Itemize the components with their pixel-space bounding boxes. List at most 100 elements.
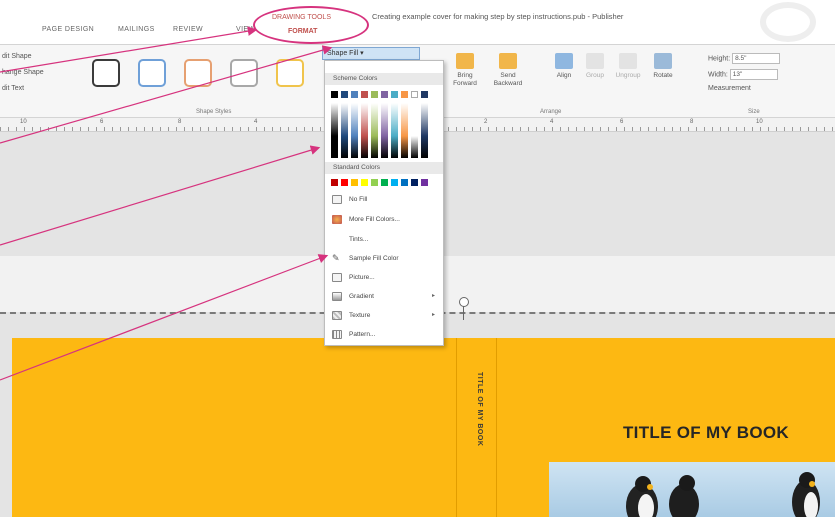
color-swatch[interactable] bbox=[411, 179, 418, 186]
tab-review[interactable]: REVIEW bbox=[173, 26, 203, 33]
sample-fill-color-item[interactable]: ✎ Sample Fill Color bbox=[325, 250, 443, 267]
shape-fill-dropdown: Scheme Colors Standard Colors No Fill Mo… bbox=[324, 60, 444, 346]
change-shape-command[interactable]: hange Shape bbox=[2, 69, 44, 76]
shape-style-black[interactable] bbox=[92, 59, 120, 87]
standard-colors-header: Standard Colors bbox=[325, 162, 443, 174]
color-swatch[interactable] bbox=[411, 91, 418, 98]
tab-page-design[interactable]: PAGE DESIGN bbox=[42, 26, 94, 33]
color-swatch[interactable] bbox=[421, 91, 428, 98]
align-button[interactable]: Align bbox=[552, 53, 576, 80]
ungroup-label: Ungroup bbox=[615, 72, 641, 79]
chevron-down-icon: ▾ bbox=[360, 50, 364, 57]
penguin-image bbox=[626, 472, 820, 517]
pattern-icon bbox=[332, 330, 342, 339]
color-swatch[interactable] bbox=[341, 179, 348, 186]
rotation-handle[interactable] bbox=[459, 297, 469, 307]
color-tint-column[interactable] bbox=[351, 103, 358, 158]
cover-title[interactable]: TITLE OF MY BOOK bbox=[623, 423, 789, 443]
menu-item-label: Gradient bbox=[349, 293, 374, 300]
height-input[interactable]: 8.5" bbox=[732, 53, 781, 64]
bring-forward-label: Bring Forward bbox=[453, 72, 477, 87]
rotate-icon bbox=[654, 53, 672, 69]
height-label: Height: bbox=[708, 55, 731, 63]
shape-style-blue[interactable] bbox=[138, 59, 166, 87]
color-tint-column[interactable] bbox=[381, 103, 388, 158]
texture-item[interactable]: Texture ▸ bbox=[325, 307, 443, 324]
penguin-photo[interactable] bbox=[549, 462, 835, 517]
gradient-item[interactable]: Gradient ▸ bbox=[325, 288, 443, 305]
color-swatch[interactable] bbox=[381, 179, 388, 186]
width-row: Width: 13" bbox=[708, 69, 778, 80]
rotate-button[interactable]: Rotate bbox=[648, 53, 678, 80]
color-tint-column[interactable] bbox=[361, 103, 368, 158]
gear-icon bbox=[760, 2, 816, 42]
ruler-number: 10 bbox=[756, 119, 763, 125]
color-swatch[interactable] bbox=[351, 91, 358, 98]
color-swatch[interactable] bbox=[361, 91, 368, 98]
edit-text-command[interactable]: dit Text bbox=[2, 85, 24, 92]
menu-item-label: Tints... bbox=[349, 236, 369, 243]
send-backward-button[interactable]: Send Backward bbox=[490, 53, 526, 88]
picture-icon bbox=[332, 273, 342, 282]
menu-item-label: More Fill Colors... bbox=[349, 216, 400, 223]
align-label: Align bbox=[556, 72, 572, 79]
color-tint-column[interactable] bbox=[421, 103, 428, 158]
palette-icon bbox=[332, 215, 342, 224]
no-fill-item[interactable]: No Fill bbox=[325, 191, 443, 208]
color-tint-column[interactable] bbox=[411, 103, 418, 158]
shape-style-gold[interactable] bbox=[276, 59, 304, 87]
send-backward-label: Send Backward bbox=[493, 72, 523, 87]
color-swatch[interactable] bbox=[381, 91, 388, 98]
color-swatch[interactable] bbox=[341, 91, 348, 98]
tints-item[interactable]: Tints... bbox=[325, 231, 443, 248]
color-swatch[interactable] bbox=[371, 179, 378, 186]
picture-item[interactable]: Picture... bbox=[325, 269, 443, 286]
color-swatch[interactable] bbox=[361, 179, 368, 186]
size-group-label: Size bbox=[748, 109, 760, 115]
color-swatch[interactable] bbox=[391, 91, 398, 98]
color-swatch[interactable] bbox=[331, 91, 338, 98]
shape-style-orange[interactable] bbox=[184, 59, 212, 87]
menu-item-label: Pattern... bbox=[349, 331, 376, 338]
color-swatch[interactable] bbox=[391, 179, 398, 186]
color-tint-column[interactable] bbox=[371, 103, 378, 158]
arrange-group-label: Arrange bbox=[540, 109, 562, 115]
color-tint-column[interactable] bbox=[401, 103, 408, 158]
color-swatch[interactable] bbox=[351, 179, 358, 186]
shape-fill-button[interactable]: Shape Fill ▾ bbox=[322, 47, 420, 60]
scheme-colors-header: Scheme Colors bbox=[325, 73, 443, 85]
shape-style-gray[interactable] bbox=[230, 59, 258, 87]
measurement-button[interactable]: Measurement bbox=[708, 85, 751, 92]
edit-shape-command[interactable]: dit Shape bbox=[2, 53, 32, 60]
color-tint-column[interactable] bbox=[331, 103, 338, 158]
measurement-label: Measurement bbox=[708, 85, 751, 92]
submenu-arrow-icon: ▸ bbox=[431, 293, 435, 299]
rotate-label: Rotate bbox=[653, 72, 673, 79]
color-swatch[interactable] bbox=[401, 91, 408, 98]
spine-right-edge bbox=[496, 338, 497, 517]
bring-forward-icon bbox=[456, 53, 474, 69]
ruler-number: 4 bbox=[254, 119, 258, 125]
pattern-item[interactable]: Pattern... bbox=[325, 326, 443, 343]
ungroup-icon bbox=[619, 53, 637, 69]
color-swatch[interactable] bbox=[401, 179, 408, 186]
spine-title[interactable]: TITLE OF MY BOOK bbox=[476, 372, 483, 446]
ungroup-button[interactable]: Ungroup bbox=[610, 53, 646, 80]
align-icon bbox=[555, 53, 573, 69]
ruler-number: 10 bbox=[20, 119, 27, 125]
tab-mailings[interactable]: MAILINGS bbox=[118, 26, 155, 33]
color-swatch[interactable] bbox=[371, 91, 378, 98]
bring-forward-button[interactable]: Bring Forward bbox=[448, 53, 482, 88]
color-tint-column[interactable] bbox=[391, 103, 398, 158]
shape-fill-label: Shape Fill bbox=[327, 50, 359, 57]
color-tint-column[interactable] bbox=[341, 103, 348, 158]
more-fill-colors-item[interactable]: More Fill Colors... bbox=[325, 211, 443, 228]
group-button[interactable]: Group bbox=[582, 53, 608, 80]
gradient-icon bbox=[332, 292, 342, 301]
no-fill-icon bbox=[332, 195, 342, 204]
texture-icon bbox=[332, 311, 342, 320]
width-input[interactable]: 13" bbox=[729, 69, 778, 80]
color-swatch[interactable] bbox=[331, 179, 338, 186]
color-swatch[interactable] bbox=[421, 179, 428, 186]
ruler-number: 8 bbox=[178, 119, 182, 125]
